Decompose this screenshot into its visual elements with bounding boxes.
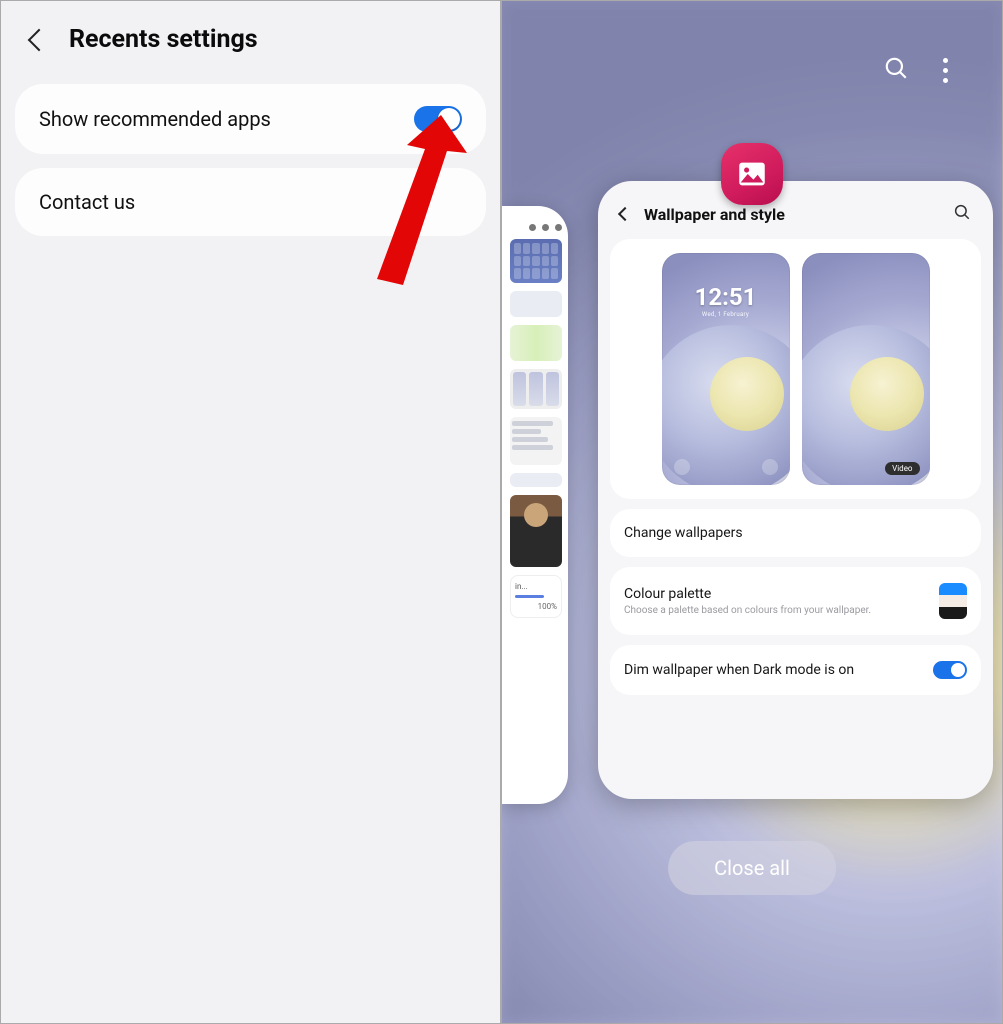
download-label: in... <box>515 582 557 591</box>
photo-thumbnail <box>510 495 562 567</box>
back-icon[interactable] <box>618 207 632 221</box>
clock-date: Wed, 1 February <box>662 311 790 318</box>
colour-palette-row[interactable]: Colour palette Choose a palette based on… <box>610 567 981 635</box>
wallpaper-previews-row: 12:51 Wed, 1 February Video <box>610 239 981 499</box>
card-title: Wallpaper and style <box>644 205 939 224</box>
recents-settings-screen: Recents settings Show recommended apps C… <box>0 0 501 1024</box>
lockscreen-clock: 12:51 Wed, 1 February <box>662 283 790 318</box>
overview-topbar <box>883 55 948 85</box>
palette-swatch-icon <box>939 583 967 619</box>
colour-palette-title: Colour palette <box>624 586 927 602</box>
search-icon[interactable] <box>953 203 971 225</box>
download-card: in... 100% <box>510 575 562 618</box>
page-title: Recents settings <box>69 25 258 54</box>
search-icon[interactable] <box>883 55 909 85</box>
change-wallpapers-row[interactable]: Change wallpapers <box>610 509 981 557</box>
show-recommended-apps-toggle[interactable] <box>414 106 462 132</box>
clock-time: 12:51 <box>662 283 790 311</box>
app-badge-gallery-icon[interactable] <box>721 143 783 205</box>
left-header: Recents settings <box>1 1 500 84</box>
dim-wallpaper-toggle[interactable] <box>933 661 967 679</box>
recents-overview-screen: in... 100% Wallpaper and style 12:51 Wed… <box>501 0 1003 1024</box>
card-header: Wallpaper and style <box>610 199 981 239</box>
dim-wallpaper-row[interactable]: Dim wallpaper when Dark mode is on <box>610 645 981 695</box>
dim-wallpaper-label: Dim wallpaper when Dark mode is on <box>624 662 921 678</box>
lockscreen-preview[interactable]: 12:51 Wed, 1 February <box>662 253 790 485</box>
back-icon[interactable] <box>28 28 51 51</box>
more-icon[interactable] <box>943 58 948 83</box>
recents-card-wallpaper-style[interactable]: Wallpaper and style 12:51 Wed, 1 Februar… <box>598 181 993 799</box>
show-recommended-apps-label: Show recommended apps <box>39 107 271 131</box>
download-percent: 100% <box>515 602 557 611</box>
show-recommended-apps-row[interactable]: Show recommended apps <box>15 84 486 154</box>
close-all-label: Close all <box>714 856 790 880</box>
change-wallpapers-label: Change wallpapers <box>624 525 743 541</box>
contact-us-row[interactable]: Contact us <box>15 168 486 236</box>
recents-card-previous[interactable]: in... 100% <box>502 206 568 804</box>
contact-us-label: Contact us <box>39 190 135 214</box>
colour-palette-subtitle: Choose a palette based on colours from y… <box>624 604 927 617</box>
homescreen-preview[interactable]: Video <box>802 253 930 485</box>
close-all-button[interactable]: Close all <box>668 841 836 895</box>
video-badge: Video <box>885 462 919 475</box>
